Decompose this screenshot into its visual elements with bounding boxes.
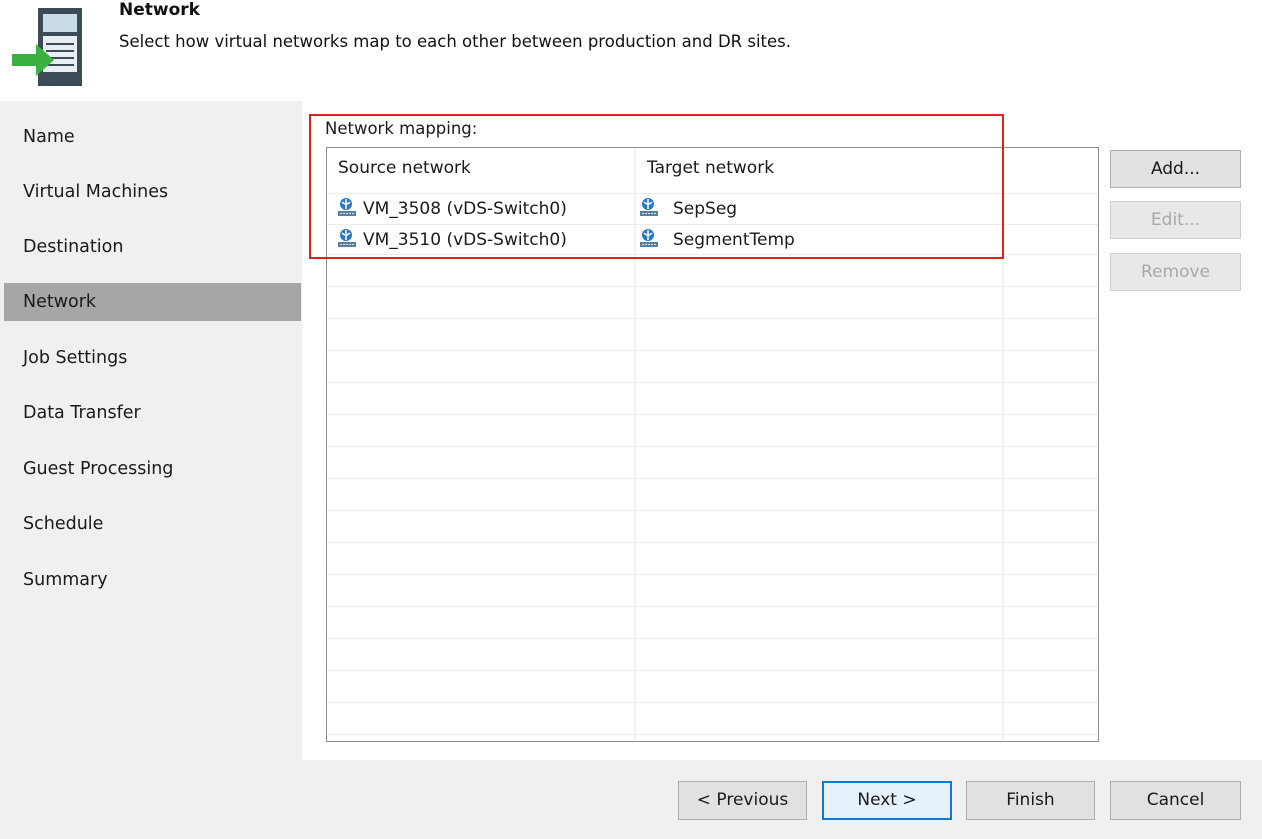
next-button[interactable]: Next > (822, 781, 952, 820)
sidebar-item-data-transfer[interactable]: Data Transfer (4, 394, 301, 432)
page-title: Network (119, 0, 200, 20)
sidebar-item-job-settings[interactable]: Job Settings (4, 339, 301, 377)
network-mapping-table[interactable]: Source network Target network VM_3508 (v… (326, 147, 1099, 742)
table-row[interactable]: VM_3510 (vDS-Switch0) (337, 225, 567, 255)
virtual-network-icon (338, 229, 356, 247)
sidebar-item-schedule[interactable]: Schedule (4, 505, 301, 543)
wizard-steps-sidebar: Name Virtual Machines Destination Networ… (4, 101, 301, 760)
network-mapping-label: Network mapping: (325, 119, 478, 138)
wizard-header: Network Select how virtual networks map … (0, 0, 1262, 101)
sidebar-item-guest-processing[interactable]: Guest Processing (4, 450, 301, 488)
sidebar-item-summary[interactable]: Summary (4, 561, 301, 599)
previous-button[interactable]: < Previous (678, 781, 807, 820)
cancel-button[interactable]: Cancel (1110, 781, 1241, 820)
source-network-cell: VM_3508 (vDS-Switch0) (363, 199, 567, 219)
sidebar-item-destination[interactable]: Destination (4, 228, 301, 266)
virtual-network-icon (640, 198, 658, 216)
table-row-target[interactable]: SegmentTemp (639, 225, 795, 255)
sidebar-item-network[interactable]: Network (4, 283, 301, 321)
remove-button[interactable]: Remove (1110, 253, 1241, 291)
sidebar-item-name[interactable]: Name (4, 118, 301, 156)
table-row-target[interactable]: SepSeg (639, 194, 737, 224)
source-network-cell: VM_3510 (vDS-Switch0) (363, 230, 567, 250)
network-wizard-icon (12, 8, 82, 86)
page-subtitle: Select how virtual networks map to each … (119, 32, 792, 51)
target-network-cell: SegmentTemp (673, 230, 795, 250)
finish-button[interactable]: Finish (966, 781, 1095, 820)
sidebar-item-virtual-machines[interactable]: Virtual Machines (4, 173, 301, 211)
add-button[interactable]: Add... (1110, 150, 1241, 188)
column-header-target-network[interactable]: Target network (647, 158, 774, 178)
edit-button[interactable]: Edit... (1110, 201, 1241, 239)
table-row[interactable]: VM_3508 (vDS-Switch0) (337, 194, 567, 224)
virtual-network-icon (640, 229, 658, 247)
target-network-cell: SepSeg (673, 199, 738, 219)
column-header-source-network[interactable]: Source network (338, 158, 471, 178)
virtual-network-icon (338, 198, 356, 216)
